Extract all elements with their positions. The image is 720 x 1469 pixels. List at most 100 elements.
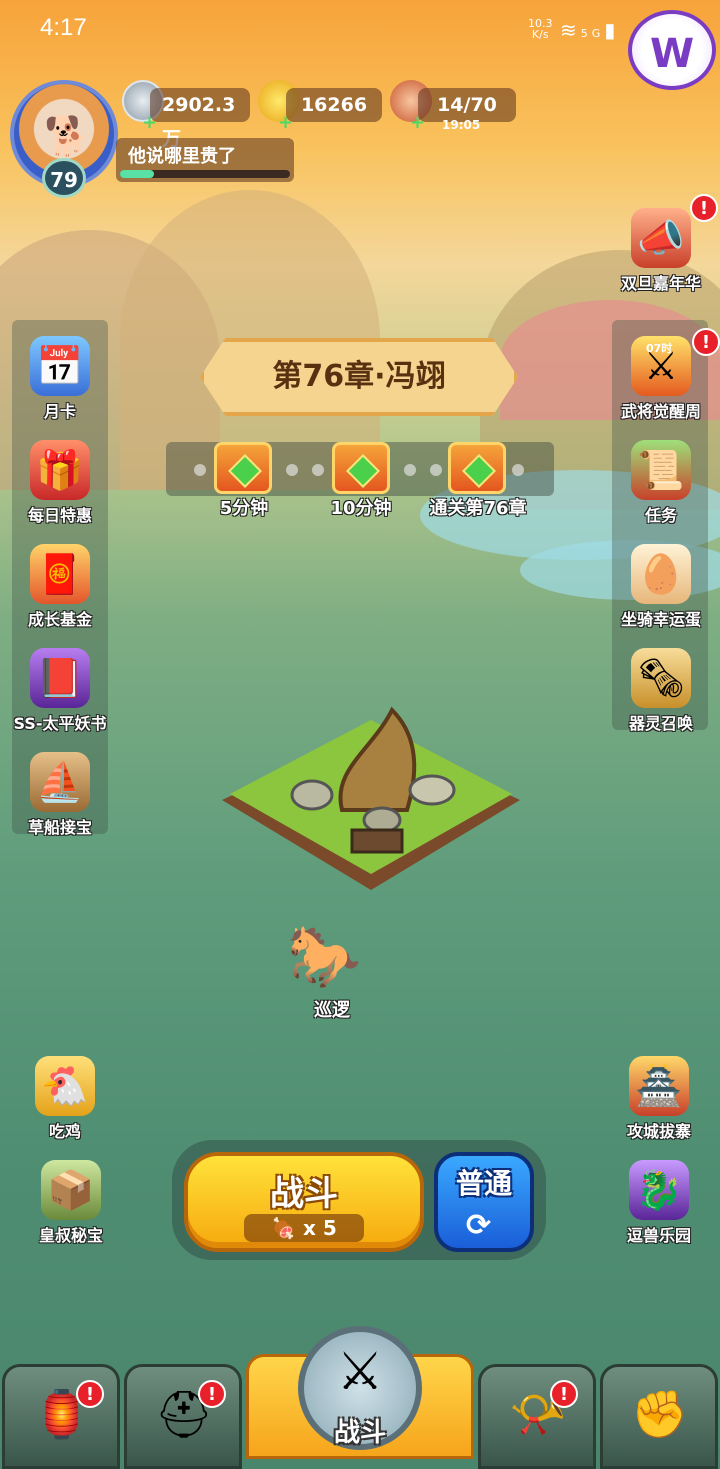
- meat-stamina-icon: 🍖: [271, 1216, 297, 1240]
- player-name: 他说哪里贵了: [128, 146, 236, 167]
- right-menu-item-carnival[interactable]: 📣 双旦嘉年华: [606, 208, 716, 310]
- refresh-icon: ⟳: [466, 1208, 492, 1243]
- event-chicken[interactable]: 🐔 吃鸡: [10, 1056, 120, 1158]
- chest-label: 10分钟: [330, 498, 392, 519]
- right-menu-label: 器灵召唤: [628, 714, 693, 733]
- left-menu-label: 草船接宝: [27, 818, 92, 837]
- progress-dot: [430, 464, 442, 476]
- signal-icons: ≋5G▮: [560, 18, 619, 42]
- straw-boat-icon: ⛵: [30, 752, 90, 812]
- enemy-camp-icon: [350, 828, 404, 854]
- rock: [362, 806, 402, 834]
- event-label: 攻城拔寨: [626, 1122, 691, 1141]
- calendar-card-icon: 📅: [30, 336, 90, 396]
- exp-bar: [120, 170, 290, 178]
- chest-chapter-clear[interactable]: [448, 442, 506, 494]
- patrol-label: 巡逻: [314, 1000, 350, 1021]
- carnival-icon: 📣: [631, 208, 691, 268]
- game-screen: 4:17 10.3 K/s ≋5G▮ 39 W 🐕 79 2902.3万 + 1…: [0, 0, 720, 1469]
- exp-bar-fill: [120, 170, 154, 178]
- fight-button[interactable]: 战斗 🍖 x 5: [184, 1152, 424, 1252]
- add-stamina-icon[interactable]: +: [410, 112, 425, 133]
- fight-cost: 🍖 x 5: [244, 1214, 364, 1242]
- crossed-swords-icon: ⚔: [336, 1342, 384, 1402]
- nav-tab-upgrade[interactable]: ✊: [600, 1364, 718, 1469]
- gold-amount: 16266: [286, 88, 382, 122]
- event-uncle-treasure[interactable]: 📦 皇叔秘宝: [16, 1160, 126, 1262]
- nav-main-city-badge: !: [76, 1380, 104, 1408]
- lucky-egg-icon: 🥚: [631, 544, 691, 604]
- right-menu-label: 任务: [644, 506, 677, 525]
- wifi-icon: ≋: [560, 18, 581, 42]
- event-siege[interactable]: 🏯 攻城拔寨: [604, 1056, 714, 1158]
- clock: 4:17: [40, 14, 87, 41]
- beast-icon: 🐉: [629, 1160, 689, 1220]
- left-menu-label: SS-太平妖书: [13, 714, 107, 733]
- mode-label: 普通: [455, 1167, 512, 1200]
- progress-dot: [404, 464, 416, 476]
- progress-dot: [512, 464, 524, 476]
- chest-label: 5分钟: [219, 498, 269, 519]
- nav-battle-label: 战斗: [333, 1418, 386, 1448]
- mode-button[interactable]: 普通 ⟳: [434, 1152, 534, 1252]
- right-menu-item-quest[interactable]: 📜 任务: [606, 440, 716, 542]
- right-menu-item-summon[interactable]: 🗞 器灵召唤: [606, 648, 716, 750]
- left-menu-item-monthly-card[interactable]: 📅 月卡: [5, 336, 115, 438]
- left-menu-label: 每日特惠: [27, 506, 92, 525]
- scroll-icon: 📜: [631, 440, 691, 500]
- patrol-hero[interactable]: 🐎 巡逻: [264, 912, 384, 1022]
- add-gold-icon[interactable]: +: [278, 112, 293, 133]
- player-level: 79: [42, 158, 86, 198]
- awakening-timer: 07时: [646, 342, 673, 355]
- progress-dot: [312, 464, 324, 476]
- gold-value: 16266: [300, 94, 368, 116]
- gift-bag-icon: 🎁: [30, 440, 90, 500]
- left-menu-item-daily-deal[interactable]: 🎁 每日特惠: [5, 440, 115, 542]
- left-menu-item-growth-fund[interactable]: 🧧 成长基金: [5, 544, 115, 646]
- left-menu-label: 月卡: [43, 402, 76, 421]
- event-label: 皇叔秘宝: [38, 1226, 103, 1245]
- left-menu-item-straw-boat[interactable]: ⛵ 草船接宝: [5, 752, 115, 854]
- summon-scroll-icon: 🗞: [631, 648, 691, 708]
- fortune-god-icon: 🧧: [30, 544, 90, 604]
- shiba-avatar-icon: 🐕: [44, 114, 92, 158]
- net-speed-unit: K/s: [531, 28, 549, 41]
- nav-heroes-badge: !: [198, 1380, 226, 1408]
- left-menu-item-demon-book[interactable]: 📕 SS-太平妖书: [5, 648, 115, 750]
- demon-book-icon: 📕: [30, 648, 90, 708]
- awakening-alert-badge: !: [692, 328, 720, 356]
- chest-5min[interactable]: [214, 442, 272, 494]
- fight-cost-value: x 5: [303, 1216, 337, 1240]
- right-menu-label: 武将觉醒周: [620, 402, 701, 421]
- rock: [408, 774, 456, 806]
- treasure-icon: 📦: [41, 1160, 101, 1220]
- chicken-icon: 🐔: [35, 1056, 95, 1116]
- stamina-value: 14/70: [437, 94, 497, 116]
- chest-10min[interactable]: [332, 442, 390, 494]
- right-menu-item-lucky-egg[interactable]: 🥚 坐骑幸运蛋: [606, 544, 716, 646]
- progress-dot: [194, 464, 206, 476]
- rock: [290, 779, 334, 811]
- silver-amount: 2902.3万: [150, 88, 250, 150]
- add-silver-icon[interactable]: +: [142, 112, 157, 133]
- nav-tab-equipment[interactable]: 📯: [478, 1364, 596, 1469]
- gem-icon: [228, 454, 262, 488]
- nav-battle-emblem[interactable]: ⚔ 战斗: [298, 1326, 422, 1450]
- nav-tab-heroes[interactable]: ⛑: [124, 1364, 242, 1469]
- event-beast-park[interactable]: 🐉 逗兽乐园: [604, 1160, 714, 1262]
- progress-dot: [286, 464, 298, 476]
- signal-label: 5G: [580, 27, 605, 40]
- left-menu-label: 成长基金: [27, 610, 92, 629]
- w-logo-icon[interactable]: W: [628, 10, 716, 90]
- right-menu-label: 坐骑幸运蛋: [620, 610, 701, 629]
- fist-upgrade-icon: ✊: [631, 1387, 689, 1441]
- chapter-banner[interactable]: 第76章·冯翊: [200, 338, 518, 416]
- fight-label: 战斗: [270, 1174, 338, 1214]
- nav-tab-main-city[interactable]: 🏮: [2, 1364, 120, 1469]
- nav-equipment-badge: !: [550, 1380, 578, 1408]
- event-label: 逗兽乐园: [626, 1226, 691, 1245]
- gem-icon: [462, 454, 496, 488]
- stage-island[interactable]: [222, 690, 520, 900]
- horse-rider-icon: 🐎: [286, 922, 362, 992]
- right-menu-label: 双旦嘉年华: [620, 274, 701, 293]
